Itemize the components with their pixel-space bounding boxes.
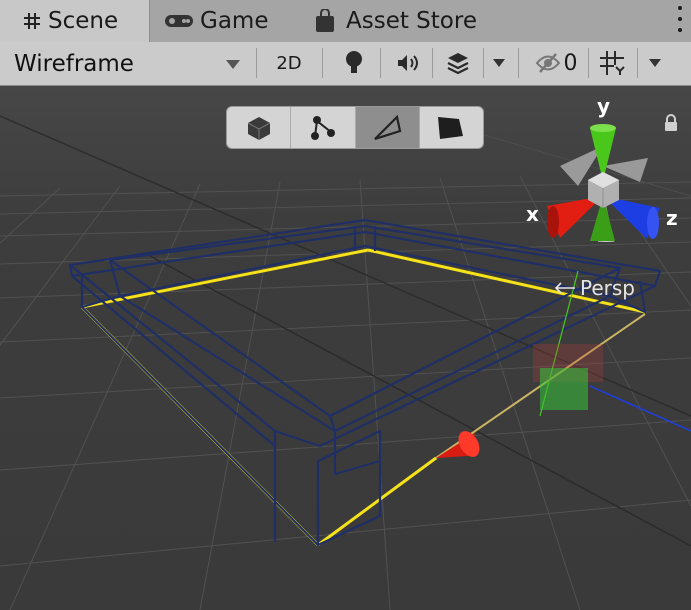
divider [588, 48, 589, 78]
lock-icon[interactable] [664, 114, 678, 136]
gizmos-dropdown[interactable] [642, 45, 668, 81]
tab-asset-store[interactable]: Asset Store [314, 0, 477, 42]
shaded-icon [438, 116, 464, 139]
chevron-down-icon [649, 59, 661, 67]
scene-visibility-toggle[interactable]: 0 [526, 45, 586, 81]
projection-label: Persp [580, 276, 635, 300]
more-options-icon[interactable] [677, 6, 683, 32]
visibility-icon [535, 53, 560, 73]
shopping-bag-icon [314, 9, 336, 33]
tab-bar: Scene Game Asset Store [0, 0, 691, 42]
effects-toggle[interactable] [440, 45, 476, 81]
divider [256, 48, 257, 78]
effects-icon [447, 53, 469, 74]
gizmos-toggle[interactable] [594, 45, 630, 81]
tab-label: Asset Store [346, 8, 477, 34]
toggle-2d-button[interactable]: 2D [266, 45, 312, 81]
shaded-mode-button[interactable] [227, 107, 292, 148]
vertex-mode-button[interactable] [291, 107, 356, 148]
hidden-count: 0 [563, 50, 578, 76]
wireframe-icon [374, 114, 402, 140]
divider [637, 48, 638, 78]
audio-icon [398, 55, 418, 71]
wireframe-mode-button[interactable] [355, 107, 420, 148]
lightbulb-icon [346, 51, 362, 73]
shading-mode-toolbar [226, 106, 484, 149]
gizmo-x-label: x [526, 202, 539, 226]
gizmo-z-label: z [666, 206, 678, 230]
projection-toggle[interactable]: Persp [554, 276, 635, 300]
chevron-down-icon [493, 59, 505, 67]
audio-toggle[interactable] [388, 45, 428, 81]
tab-label: Scene [48, 8, 119, 34]
shaded-cube-icon [247, 116, 270, 140]
draw-mode-dropdown[interactable]: Wireframe [14, 42, 248, 86]
tab-game[interactable]: Game [164, 0, 268, 42]
gamepad-icon [164, 12, 194, 30]
scene-viewport[interactable]: y x z Persp [0, 86, 691, 610]
grid-icon [22, 11, 42, 31]
chevron-down-icon [226, 60, 240, 69]
perspective-arrow-icon [554, 282, 575, 294]
divider [432, 48, 433, 78]
draw-mode-value: Wireframe [14, 51, 134, 77]
divider [380, 48, 381, 78]
shaded-face-mode-button[interactable] [420, 107, 483, 148]
scene-toolbar: Wireframe 2D 0 [0, 42, 691, 86]
lighting-toggle[interactable] [334, 45, 374, 81]
gizmos-icon [600, 51, 625, 75]
gizmo-y-label: y [597, 94, 611, 118]
xz-plane-handle[interactable] [540, 368, 588, 410]
vertex-icon [310, 115, 335, 140]
divider [518, 48, 519, 78]
tab-scene[interactable]: Scene [0, 0, 150, 42]
scene-canvas[interactable] [0, 86, 691, 610]
divider [483, 48, 484, 78]
divider [322, 48, 323, 78]
tab-label: Game [200, 8, 269, 34]
effects-dropdown[interactable] [486, 45, 512, 81]
